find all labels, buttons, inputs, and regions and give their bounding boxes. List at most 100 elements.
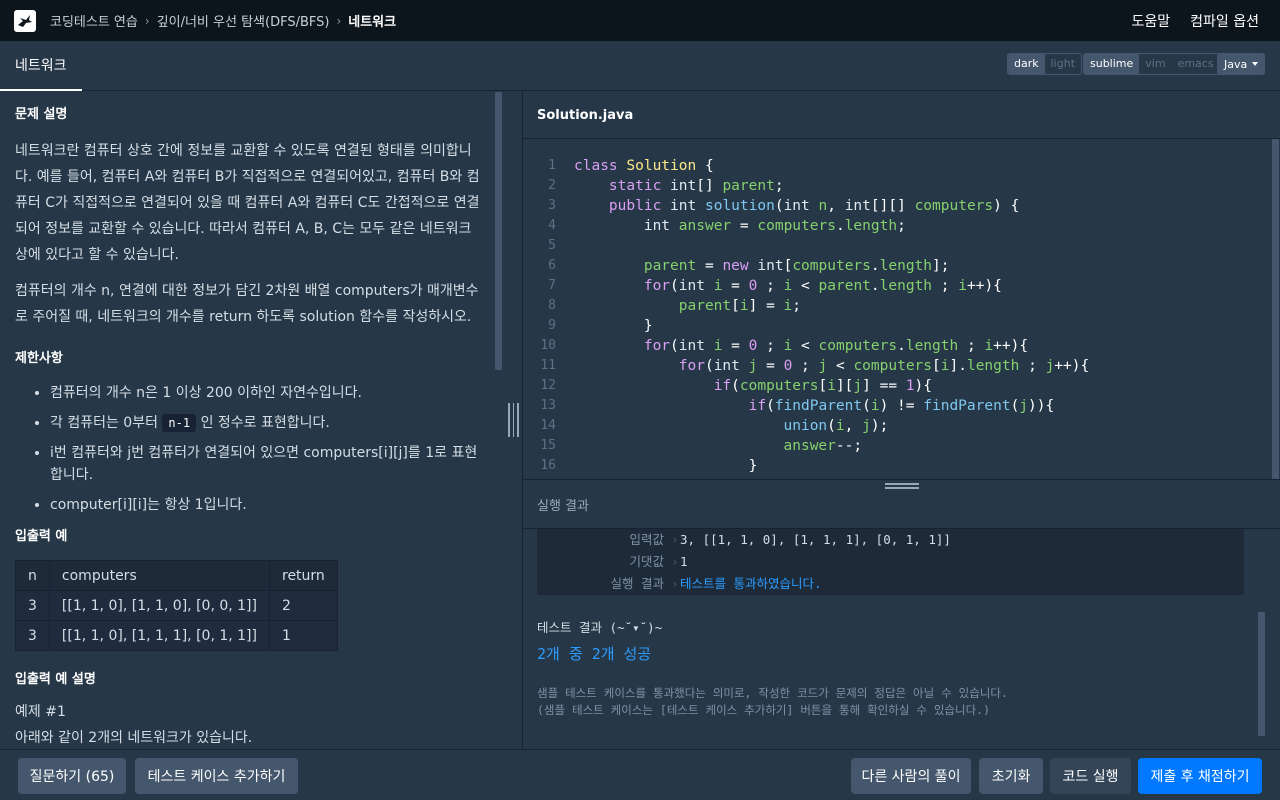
table-cell: [[1, 1, 0], [1, 1, 0], [0, 0, 1]] <box>48 590 271 621</box>
list-item: 컴퓨터의 개수 n은 1 이상 200 이하인 자연수입니다. <box>50 382 488 404</box>
section-heading-io-desc: 입출력 예 설명 <box>15 672 96 687</box>
top-nav: 코딩테스트 연습 › 깊이/너비 우선 탐색(DFS/BFS) › 네트워크 도… <box>0 0 1280 41</box>
keymap-vim-option[interactable]: vim <box>1139 54 1172 74</box>
breadcrumb-item-coding-test[interactable]: 코딩테스트 연습 <box>50 11 138 30</box>
keymap-sublime-option[interactable]: sublime <box>1084 54 1140 74</box>
language-select[interactable]: Java <box>1217 53 1265 75</box>
code-line: 16 } <box>540 458 758 474</box>
table-header: n <box>15 560 50 591</box>
code-line: 1 class Solution { <box>548 158 714 174</box>
chevron-right-icon: › <box>144 13 150 28</box>
table-row: 3 [[1, 1, 0], [1, 1, 1], [0, 1, 1]] 1 <box>15 620 338 651</box>
result-key: 실행 결과 <box>610 576 664 591</box>
language-select-value: Java <box>1224 57 1248 71</box>
editor-file-header: Solution.java <box>523 92 1280 139</box>
table-cell: 3 <box>15 590 50 621</box>
section-heading-io: 입출력 예 <box>15 529 68 544</box>
compile-options-link[interactable]: 컴파일 옵션 <box>1190 11 1259 31</box>
limits-list: 컴퓨터의 개수 n은 1 이상 200 이하인 자연수입니다. 각 컴퓨터는 0… <box>15 382 488 516</box>
table-header: computers <box>48 560 271 591</box>
limit-text: 각 컴퓨터는 0부터 <box>50 415 158 431</box>
code-line: 7 for(int i = 0 ; i < parent.length ; i+… <box>548 278 1002 294</box>
table-cell: [[1, 1, 0], [1, 1, 1], [0, 1, 1]] <box>48 620 271 651</box>
results-title: 실행 결과 <box>537 498 589 514</box>
help-link[interactable]: 도움말 <box>1132 11 1171 31</box>
horizontal-resize-handle[interactable] <box>885 483 919 493</box>
result-value: 3, [[1, 1, 0], [1, 1, 1], [0, 1, 1]] <box>680 532 951 547</box>
breadcrumb-item-dfs-bfs[interactable]: 깊이/너비 우선 탐색(DFS/BFS) <box>157 11 330 30</box>
code-line: 3 public int solution(int n, int[][] com… <box>548 198 1020 214</box>
editor-filename: Solution.java <box>537 107 634 123</box>
example-text: 아래와 같이 2개의 네트워크가 있습니다. <box>15 730 253 746</box>
table-cell: 2 <box>269 590 338 621</box>
problem-title-tab[interactable]: 네트워크 <box>0 41 82 91</box>
code-line: 11 for(int j = 0 ; j < computers[i].leng… <box>540 358 1090 374</box>
list-item: i번 컴퓨터와 j번 컴퓨터가 연결되어 있으면 computers[i][j]… <box>50 442 488 486</box>
list-item: computer[i][i]는 항상 1입니다. <box>50 494 488 516</box>
table-cell: 3 <box>15 620 50 651</box>
table-row: 3 [[1, 1, 0], [1, 1, 0], [0, 0, 1]] 2 <box>15 590 338 621</box>
code-line: 12 if(computers[i][j] == 1){ <box>540 378 932 394</box>
result-value-pass: 테스트를 통과하였습니다. <box>680 576 822 591</box>
code-line: 2 static int[] parent; <box>548 178 784 194</box>
test-summary-note: 샘플 테스트 케이스를 통과했다는 의미로, 작성한 코드가 문제의 정답은 아… <box>537 686 1008 717</box>
submit-button[interactable]: 제출 후 채점하기 <box>1138 758 1262 794</box>
code-line: 6 parent = new int[computers.length]; <box>548 258 950 274</box>
others-solution-button[interactable]: 다른 사람의 풀이 <box>851 758 971 794</box>
test-case-result: 입력값 › 3, [[1, 1, 0], [1, 1, 1], [0, 1, 1… <box>537 529 1244 595</box>
io-example-table: n computers return 3 [[1, 1, 0], [1, 1, … <box>15 560 338 651</box>
reset-button[interactable]: 초기화 <box>979 758 1043 794</box>
chevron-right-icon: › <box>671 576 679 591</box>
theme-dark-option[interactable]: dark <box>1008 54 1045 74</box>
description-paragraph: 네트워크란 컴퓨터 상호 간에 정보를 교환할 수 있도록 연결된 형태를 의미… <box>15 143 480 263</box>
section-heading-description: 문제 설명 <box>15 107 68 122</box>
vertical-resize-handle[interactable] <box>508 403 520 437</box>
limit-text: 인 정수로 표현합니다. <box>200 415 330 431</box>
breadcrumb: 코딩테스트 연습 › 깊이/너비 우선 탐색(DFS/BFS) › 네트워크 <box>50 11 397 31</box>
logo-icon[interactable] <box>14 9 36 32</box>
table-cell: 1 <box>269 620 338 651</box>
list-item: 각 컴퓨터는 0부터 n-1 인 정수로 표현합니다. <box>50 412 488 434</box>
add-testcase-button[interactable]: 테스트 케이스 추가하기 <box>135 758 298 794</box>
caret-down-icon <box>1252 62 1259 66</box>
chevron-right-icon: › <box>671 532 679 547</box>
example-heading: 예제 #1 <box>15 704 66 720</box>
code-line: 14 union(i, j); <box>540 418 889 434</box>
description-scrollbar[interactable] <box>495 92 502 370</box>
theme-light-option[interactable]: light <box>1044 54 1082 74</box>
result-row: 실행 결과 › 테스트를 통과하였습니다. <box>537 573 1244 595</box>
code-line: 8 parent[i] = i; <box>548 298 802 314</box>
code-line: 10 for(int i = 0 ; i < computers.length … <box>540 338 1029 354</box>
inline-code: n-1 <box>162 414 197 432</box>
results-scrollbar[interactable] <box>1258 612 1265 736</box>
keymap-emacs-option[interactable]: emacs <box>1171 54 1220 74</box>
run-code-button[interactable]: 코드 실행 <box>1050 758 1131 794</box>
table-header: return <box>269 560 338 591</box>
results-panel: 입력값 › 3, [[1, 1, 0], [1, 1, 1], [0, 1, 1… <box>523 529 1280 749</box>
breadcrumb-item-current: 네트워크 <box>348 15 397 30</box>
theme-toggle: dark light <box>1007 53 1083 75</box>
editor-scrollbar[interactable] <box>1272 139 1279 479</box>
result-key: 기댓값 <box>629 554 664 569</box>
keymap-toggle: sublime vim emacs <box>1083 53 1221 75</box>
table-header-row: n computers return <box>15 560 338 591</box>
test-summary-title: 테스트 결과 (~˘▾˘)~ <box>537 620 663 635</box>
problem-description: 문제 설명 네트워크란 컴퓨터 상호 간에 정보를 교환할 수 있도록 연결된 … <box>0 92 503 749</box>
code-line: 9 } <box>548 318 653 334</box>
section-heading-limits: 제한사항 <box>15 351 63 366</box>
test-summary-result: 2개 중 2개 성공 <box>537 645 652 663</box>
title-bar: 네트워크 dark light sublime vim emacs Java <box>0 41 1280 91</box>
result-key: 입력값 <box>629 532 664 547</box>
code-line: 15 answer--; <box>540 438 863 454</box>
bottom-action-bar: 질문하기 (65) 테스트 케이스 추가하기 다른 사람의 풀이 초기화 코드 … <box>0 749 1280 800</box>
chevron-right-icon: › <box>336 13 342 28</box>
code-editor[interactable]: 1 class Solution { 2 static int[] parent;… <box>523 139 1280 479</box>
chevron-right-icon: › <box>671 554 679 569</box>
code-line: 4 int answer = computers.length; <box>548 218 906 234</box>
result-row: 기댓값 › 1 <box>537 551 1244 573</box>
code-line: 5 <box>548 238 556 253</box>
result-value: 1 <box>680 554 688 569</box>
description-paragraph: 컴퓨터의 개수 n, 연결에 대한 정보가 담긴 2차원 배열 computer… <box>15 283 479 325</box>
result-row: 입력값 › 3, [[1, 1, 0], [1, 1, 1], [0, 1, 1… <box>537 529 1244 551</box>
ask-question-button[interactable]: 질문하기 (65) <box>18 758 126 794</box>
